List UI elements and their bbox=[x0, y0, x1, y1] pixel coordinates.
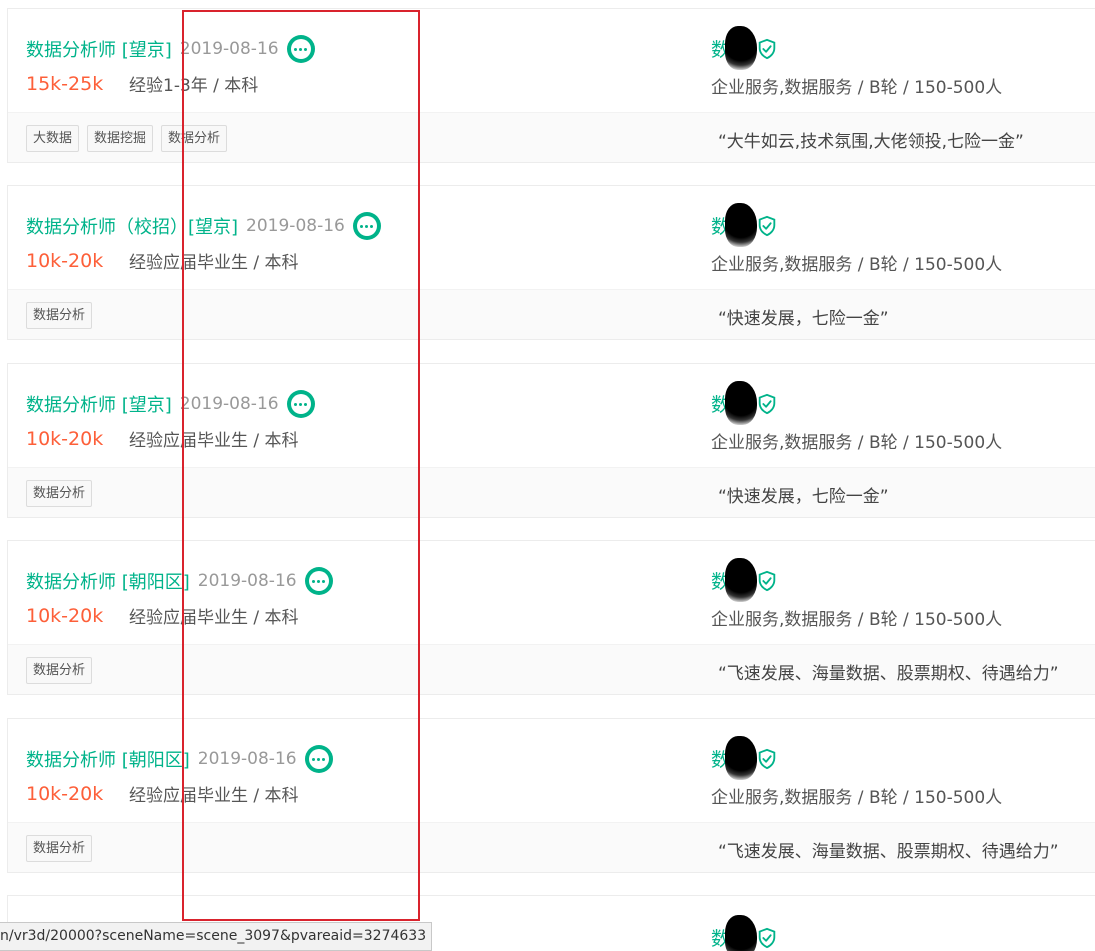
chat-icon[interactable] bbox=[286, 390, 315, 418]
job-title-link[interactable]: 数据分析师 [朝阳区] bbox=[26, 568, 190, 594]
verified-shield-icon bbox=[758, 38, 776, 59]
company-benefit: “飞速发展、海量数据、股票期权、待遇给力” bbox=[718, 842, 1059, 862]
job-list: 数据分析师 [望京] 2019-08-16 15k-25k 经验1-3年 / 本… bbox=[0, 0, 1095, 951]
job-title-link[interactable]: 数据分析师 [朝阳区] bbox=[26, 746, 190, 772]
tag-list: 大数据 数据挖掘 数据分析 bbox=[26, 125, 228, 152]
company-row: 数 bbox=[711, 736, 778, 780]
company-benefit: “飞速发展、海量数据、股票期权、待遇给力” bbox=[718, 664, 1059, 684]
job-title-link[interactable]: 数据分析师 [望京] bbox=[26, 36, 172, 62]
job-card[interactable]: 数据分析师 [望京] 2019-08-16 10k-20k 经验应届毕业生 / … bbox=[7, 363, 1095, 518]
salary: 10k-20k bbox=[26, 604, 104, 627]
job-title-row: 数据分析师 [朝阳区] 2019-08-16 bbox=[26, 745, 333, 773]
company-row: 数 bbox=[711, 381, 778, 425]
redaction-mark bbox=[725, 381, 757, 425]
job-tag[interactable]: 数据分析 bbox=[26, 480, 93, 507]
tag-list: 数据分析 bbox=[26, 480, 93, 507]
company-industry: 企业服务,数据服务 / B轮 / 150-500人 bbox=[711, 788, 1003, 808]
job-info-row: 10k-20k 经验应届毕业生 / 本科 bbox=[26, 248, 299, 274]
company-name-link[interactable]: 数 bbox=[711, 203, 757, 247]
job-requirement: 经验1-3年 / 本科 bbox=[129, 76, 259, 96]
job-tag[interactable]: 数据分析 bbox=[26, 302, 93, 329]
company-name-link[interactable]: 数 bbox=[711, 736, 757, 780]
job-tag[interactable]: 数据分析 bbox=[26, 835, 93, 862]
salary: 10k-20k bbox=[26, 427, 104, 450]
job-card[interactable]: 数据分析师 [望京] 2019-08-16 15k-25k 经验1-3年 / 本… bbox=[7, 8, 1095, 163]
job-date: 2019-08-16 bbox=[197, 749, 297, 769]
company-row: 数 bbox=[711, 203, 778, 247]
job-card[interactable]: 数据分析师（校招）[望京] 2019-08-16 10k-20k 经验应届毕业生… bbox=[7, 185, 1095, 340]
redaction-mark bbox=[725, 736, 757, 780]
chat-icon[interactable] bbox=[304, 567, 333, 595]
job-tag[interactable]: 数据分析 bbox=[161, 125, 228, 152]
company-benefit: “快速发展，七险一金” bbox=[718, 487, 889, 507]
redaction-mark bbox=[725, 26, 757, 70]
job-title-row: 数据分析师 [朝阳区] 2019-08-16 bbox=[26, 567, 333, 595]
job-card[interactable]: 数据分析师 [朝阳区] 2019-08-16 10k-20k 经验应届毕业生 /… bbox=[7, 718, 1095, 873]
job-title-row: 数据分析师 [望京] 2019-08-16 bbox=[26, 35, 315, 63]
company-row: 数 bbox=[711, 26, 778, 70]
card-footer: 数据分析 “飞速发展、海量数据、股票期权、待遇给力” bbox=[8, 644, 1095, 694]
redaction-mark bbox=[725, 558, 757, 602]
company-industry: 企业服务,数据服务 / B轮 / 150-500人 bbox=[711, 255, 1003, 275]
status-bar-url: n/vr3d/20000?sceneName=scene_3097&pvarea… bbox=[0, 922, 433, 951]
job-date: 2019-08-16 bbox=[246, 216, 345, 236]
tag-list: 数据分析 bbox=[26, 657, 93, 684]
chat-icon[interactable] bbox=[304, 745, 333, 773]
redaction-mark bbox=[725, 203, 757, 247]
verified-shield-icon bbox=[758, 215, 776, 236]
job-title-row: 数据分析师（校招）[望京] 2019-08-16 bbox=[26, 212, 381, 240]
chat-icon[interactable] bbox=[286, 35, 315, 63]
job-date: 2019-08-16 bbox=[179, 39, 279, 59]
job-tag[interactable]: 数据挖掘 bbox=[87, 125, 154, 152]
card-footer: 数据分析 “快速发展，七险一金” bbox=[8, 289, 1095, 339]
card-footer: 大数据 数据挖掘 数据分析 “大牛如云,技术氛围,大佬领投,七险一金” bbox=[8, 112, 1095, 162]
job-requirement: 经验应届毕业生 / 本科 bbox=[129, 608, 299, 628]
salary: 10k-20k bbox=[26, 249, 104, 272]
job-title-link[interactable]: 数据分析师（校招）[望京] bbox=[26, 213, 238, 239]
company-industry: 企业服务,数据服务 / B轮 / 150-500人 bbox=[711, 610, 1003, 630]
company-name-link[interactable]: 数 bbox=[711, 26, 757, 70]
company-industry: 企业服务,数据服务 / B轮 / 150-500人 bbox=[711, 433, 1003, 453]
job-title-link[interactable]: 数据分析师 [望京] bbox=[26, 391, 172, 417]
verified-shield-icon bbox=[758, 927, 776, 948]
job-requirement: 经验应届毕业生 / 本科 bbox=[129, 253, 299, 273]
job-info-row: 15k-25k 经验1-3年 / 本科 bbox=[26, 71, 259, 97]
company-industry: 企业服务,数据服务 / B轮 / 150-500人 bbox=[711, 78, 1003, 98]
job-requirement: 经验应届毕业生 / 本科 bbox=[129, 431, 299, 451]
job-card[interactable]: 数据分析师 [朝阳区] 2019-08-16 10k-20k 经验应届毕业生 /… bbox=[7, 540, 1095, 695]
job-info-row: 10k-20k 经验应届毕业生 / 本科 bbox=[26, 603, 299, 629]
company-row: 数 bbox=[711, 915, 778, 951]
company-row: 数 bbox=[711, 558, 778, 602]
tag-list: 数据分析 bbox=[26, 302, 93, 329]
job-requirement: 经验应届毕业生 / 本科 bbox=[129, 786, 299, 806]
job-date: 2019-08-16 bbox=[179, 394, 279, 414]
card-footer: 数据分析 “快速发展，七险一金” bbox=[8, 467, 1095, 517]
job-info-row: 10k-20k 经验应届毕业生 / 本科 bbox=[26, 426, 299, 452]
company-benefit: “快速发展，七险一金” bbox=[718, 309, 889, 329]
salary: 15k-25k bbox=[26, 72, 104, 95]
salary: 10k-20k bbox=[26, 782, 104, 805]
verified-shield-icon bbox=[758, 570, 776, 591]
job-date: 2019-08-16 bbox=[197, 571, 297, 591]
company-name-link[interactable]: 数 bbox=[711, 915, 757, 951]
verified-shield-icon bbox=[758, 748, 776, 769]
job-tag[interactable]: 大数据 bbox=[26, 125, 80, 152]
tag-list: 数据分析 bbox=[26, 835, 93, 862]
company-name-link[interactable]: 数 bbox=[711, 558, 757, 602]
redaction-mark bbox=[725, 915, 757, 951]
job-info-row: 10k-20k 经验应届毕业生 / 本科 bbox=[26, 781, 299, 807]
job-tag[interactable]: 数据分析 bbox=[26, 657, 93, 684]
card-footer: 数据分析 “飞速发展、海量数据、股票期权、待遇给力” bbox=[8, 822, 1095, 872]
company-benefit: “大牛如云,技术氛围,大佬领投,七险一金” bbox=[718, 132, 1024, 152]
job-title-row: 数据分析师 [望京] 2019-08-16 bbox=[26, 390, 315, 418]
chat-icon[interactable] bbox=[352, 212, 381, 240]
company-name-link[interactable]: 数 bbox=[711, 381, 757, 425]
verified-shield-icon bbox=[758, 393, 776, 414]
